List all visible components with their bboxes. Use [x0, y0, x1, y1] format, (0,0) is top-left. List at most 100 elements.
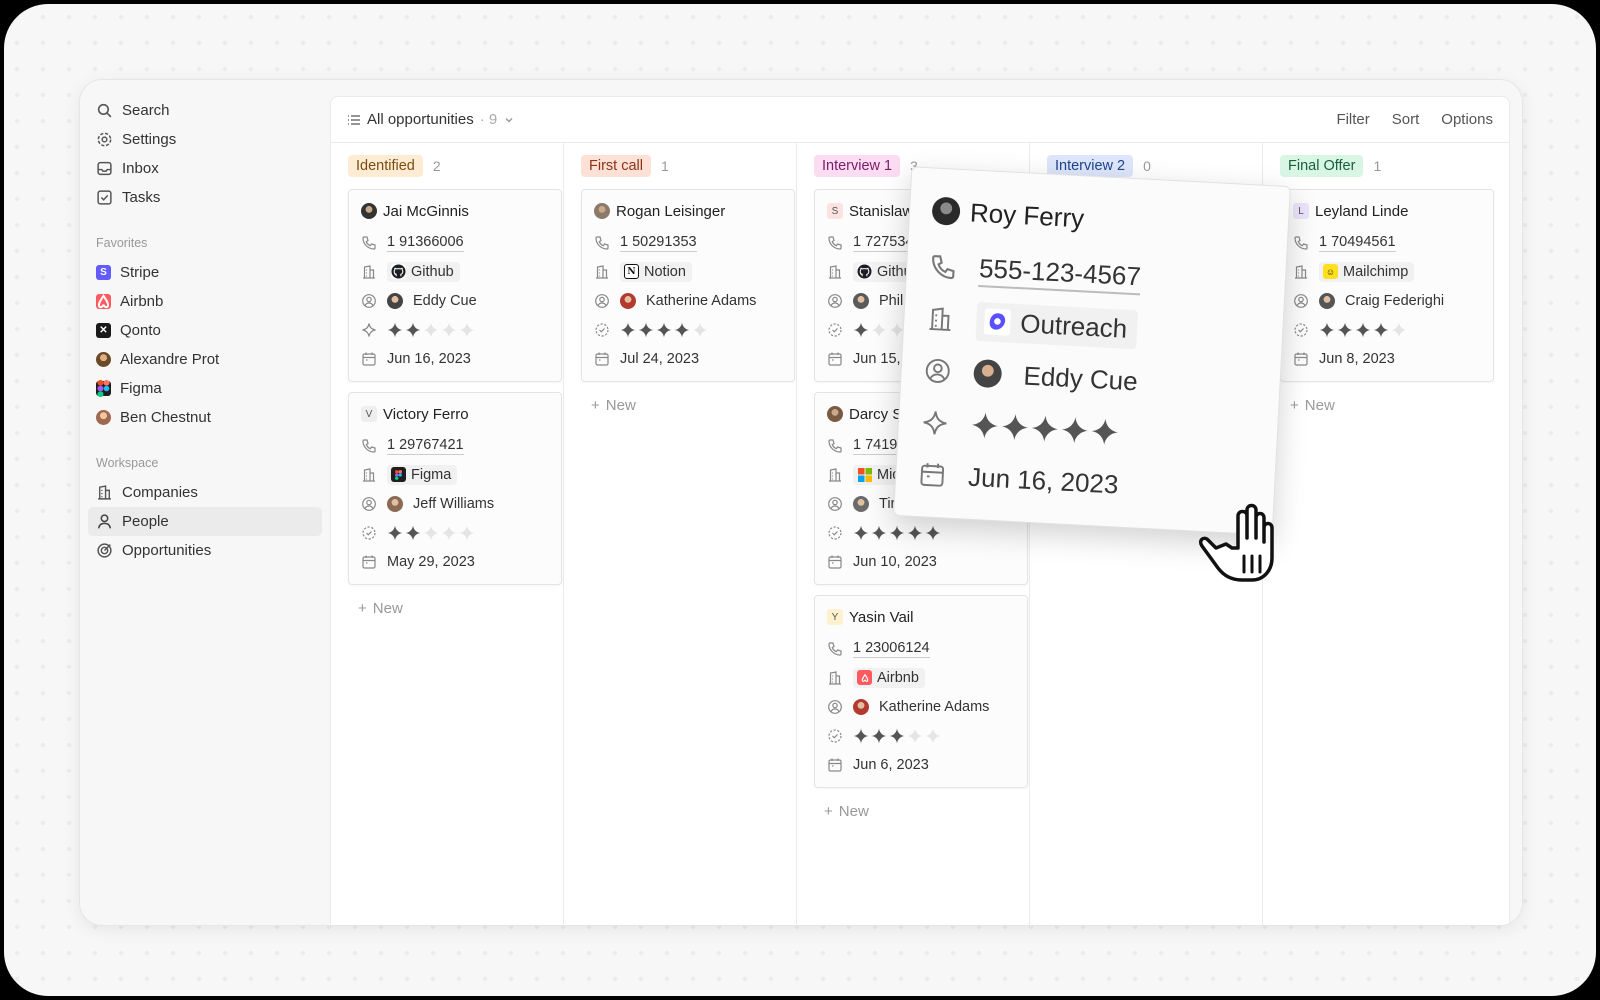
- card-date: Jun 6, 2023: [853, 756, 929, 773]
- owner-name: Craig Federighi: [1345, 292, 1445, 309]
- star-empty-icon: [907, 728, 923, 743]
- sidebar-item-tasks[interactable]: Tasks: [88, 183, 322, 212]
- card-phone[interactable]: 1 727534: [853, 233, 914, 252]
- sidebar-item-companies[interactable]: Companies: [88, 478, 322, 507]
- card-phone[interactable]: 1 23006124: [853, 639, 930, 658]
- calendar-icon: [828, 555, 842, 569]
- rating-stars[interactable]: [970, 411, 1119, 447]
- company-chip[interactable]: Airbnb: [853, 667, 925, 688]
- opportunity-card[interactable]: Jai McGinnis 1 91366006 Github Eddy Cue Jun …: [348, 189, 562, 382]
- company-chip[interactable]: Github: [387, 261, 460, 282]
- rating-stars[interactable]: [387, 322, 475, 338]
- card-phone[interactable]: 555-123-4567: [978, 251, 1142, 296]
- favorite-label: Qonto: [120, 322, 161, 339]
- card-person-name: Yasin Vail: [849, 608, 914, 626]
- sidebar-item-search[interactable]: Search: [88, 96, 322, 125]
- view-count: · 9: [479, 111, 498, 128]
- figma-logo-icon: [391, 467, 406, 482]
- opportunity-card[interactable]: Y Yasin Vail 1 23006124 Airbnb Katherine Ada…: [814, 595, 1028, 788]
- company-chip[interactable]: N Notion: [620, 261, 692, 282]
- grab-cursor-icon: [1198, 503, 1274, 582]
- person-circle-icon: [828, 699, 842, 714]
- new-card-button[interactable]: + New: [814, 798, 1019, 824]
- calendar-icon: [362, 352, 376, 366]
- company-chip[interactable]: Figma: [387, 464, 458, 485]
- view-toolbar: All opportunities · 9 Filter Sort Option…: [331, 97, 1509, 143]
- favorite-label: Alexandre Prot: [120, 351, 220, 368]
- rating-stars[interactable]: [853, 525, 941, 541]
- card-phone[interactable]: 1 70494561: [1319, 233, 1396, 252]
- screen-frame: Search Settings Inbox Tasks Favorites S …: [4, 4, 1596, 996]
- new-label: New: [1304, 396, 1335, 414]
- building-icon: [596, 264, 608, 279]
- star-filled-icon: [1061, 417, 1088, 444]
- plus-icon: +: [591, 396, 600, 414]
- rating-stars[interactable]: [387, 525, 475, 541]
- app-window: Search Settings Inbox Tasks Favorites S …: [80, 80, 1522, 925]
- star-empty-icon: [925, 728, 941, 743]
- person-circle-icon: [362, 293, 376, 308]
- favorite-airbnb[interactable]: Airbnb: [88, 287, 322, 316]
- company-chip[interactable]: ☺ Mailchimp: [1319, 261, 1415, 282]
- new-card-button[interactable]: + New: [348, 595, 553, 621]
- sidebar-item-inbox[interactable]: Inbox: [88, 154, 322, 183]
- card-date: Jun 16, 2023: [387, 350, 471, 367]
- column-final-offer: Final Offer 1 L Leyland Linde 1 70494561 ☺ Mai…: [1263, 143, 1496, 925]
- column-header: Identified 2: [348, 155, 553, 177]
- building-icon: [829, 467, 841, 482]
- card-date: May 29, 2023: [387, 553, 475, 570]
- favorite-alexandre-prot[interactable]: Alexandre Prot: [88, 345, 322, 374]
- sidebar-item-opportunities[interactable]: Opportunities: [88, 536, 322, 565]
- card-phone[interactable]: 1 29767421: [387, 436, 464, 455]
- opportunity-card[interactable]: Rogan Leisinger 1 50291353 N Notion Katherin…: [581, 189, 795, 382]
- favorite-stripe[interactable]: S Stripe: [88, 258, 322, 287]
- sidebar-item-settings[interactable]: Settings: [88, 125, 322, 154]
- favorite-qonto[interactable]: ✕ Qonto: [88, 316, 322, 345]
- view-switcher[interactable]: All opportunities · 9: [347, 111, 515, 128]
- dragged-card[interactable]: Roy Ferry 555-123-4567 Outreach Eddy Cue: [893, 166, 1291, 536]
- phone-icon: [362, 235, 376, 250]
- new-card-button[interactable]: + New: [581, 392, 786, 418]
- company-name: Figma: [411, 466, 452, 483]
- stage-tag[interactable]: Identified: [348, 155, 423, 177]
- card-phone[interactable]: 1 50291353: [620, 233, 697, 252]
- stage-tag[interactable]: First call: [581, 155, 651, 177]
- card-person-name: Victory Ferro: [383, 405, 469, 423]
- calendar-icon: [828, 352, 842, 366]
- options-button[interactable]: Options: [1441, 111, 1493, 128]
- person-circle-icon: [595, 293, 609, 308]
- building-icon: [929, 307, 951, 332]
- rating-stars[interactable]: [853, 728, 941, 744]
- star-empty-icon: [459, 525, 475, 540]
- star-filled-icon: [620, 322, 636, 337]
- card-date: Jun 15,: [853, 350, 901, 367]
- card-phone[interactable]: 1 91366006: [387, 233, 464, 252]
- filter-button[interactable]: Filter: [1336, 111, 1369, 128]
- company-chip[interactable]: Outreach: [975, 301, 1139, 349]
- sidebar-item-people[interactable]: People: [88, 507, 322, 536]
- favorite-figma[interactable]: Figma: [88, 374, 322, 403]
- rating-stars[interactable]: [620, 322, 708, 338]
- opportunity-card[interactable]: V Victory Ferro 1 29767421 Figma Jeff Willia…: [348, 392, 562, 585]
- sidebar-item-label: Inbox: [122, 160, 159, 177]
- gear-icon: [97, 132, 112, 147]
- favorite-ben-chestnut[interactable]: Ben Chestnut: [88, 403, 322, 432]
- avatar: [972, 358, 1003, 389]
- stage-tag[interactable]: Final Offer: [1280, 155, 1364, 177]
- star-empty-icon: [692, 322, 708, 337]
- opportunity-card[interactable]: L Leyland Linde 1 70494561 ☺ Mailchimp Craig …: [1280, 189, 1494, 382]
- rating-stars[interactable]: [1319, 322, 1407, 338]
- new-card-button[interactable]: + New: [1280, 392, 1486, 418]
- star-empty-icon: [871, 322, 887, 337]
- progress-icon: [595, 322, 609, 337]
- progress-icon: [362, 525, 376, 540]
- star-filled-icon: [889, 525, 905, 540]
- star-filled-icon: [1355, 322, 1371, 337]
- star-empty-icon: [441, 322, 457, 337]
- sort-button[interactable]: Sort: [1392, 111, 1420, 128]
- card-person-name: Darcy S: [849, 405, 903, 423]
- github-logo-icon: [391, 264, 406, 279]
- list-icon: [348, 114, 360, 125]
- calendar-icon: [595, 352, 609, 366]
- stage-tag[interactable]: Interview 1: [814, 155, 901, 177]
